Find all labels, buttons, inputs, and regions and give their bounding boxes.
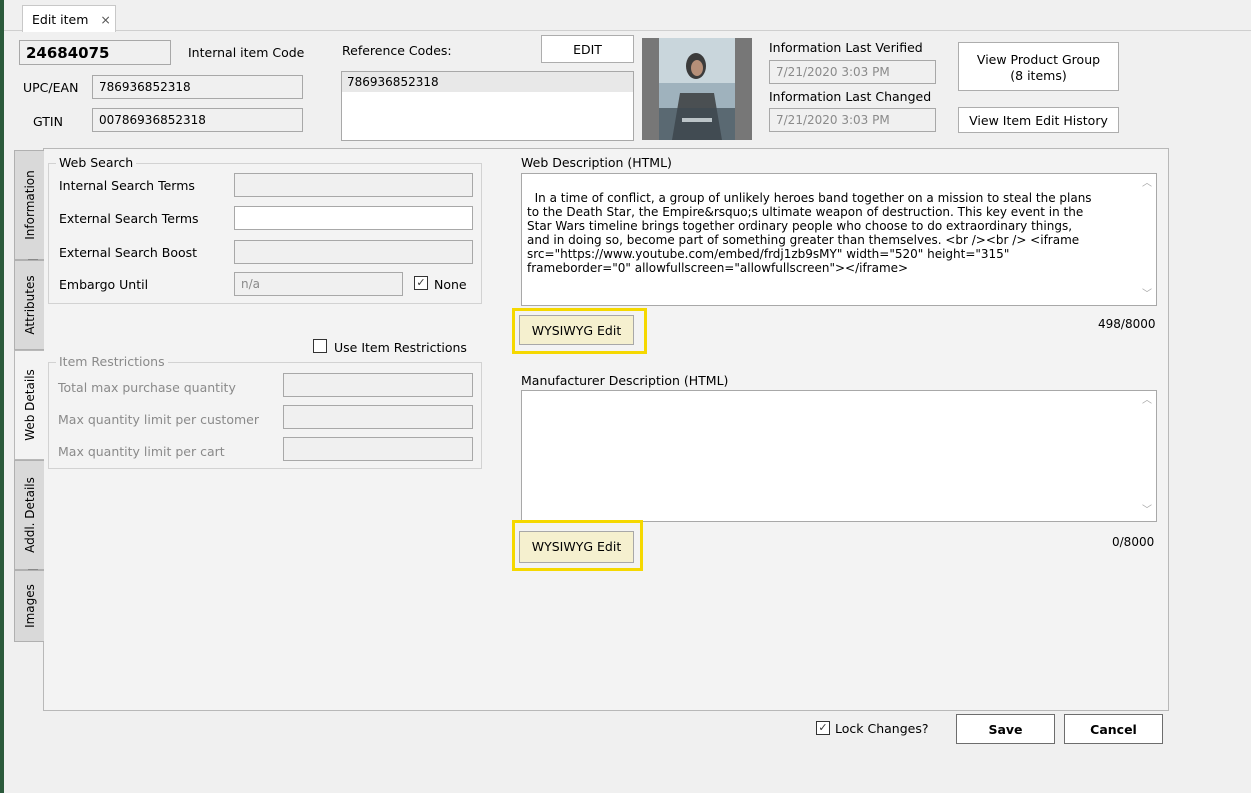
manufacturer-description-textarea[interactable]: ︿ ﹀ — [521, 390, 1157, 522]
tab-information[interactable]: Information — [14, 150, 44, 260]
web-search-title: Web Search — [56, 155, 137, 170]
view-product-group-count: (8 items) — [1010, 68, 1067, 83]
view-product-group-label: View Product Group — [976, 52, 1101, 67]
manufacturer-description-label: Manufacturer Description (HTML) — [521, 373, 729, 388]
total-max-purchase-input — [283, 373, 473, 397]
manufacturer-description-count: 0/8000 — [1112, 535, 1155, 549]
embargo-until-input[interactable]: n/a — [234, 272, 403, 296]
tab-attributes[interactable]: Attributes — [14, 260, 44, 350]
view-product-group-button[interactable]: View Product Group (8 items) — [958, 42, 1119, 91]
gtin-label: GTIN — [33, 114, 63, 129]
item-code-field[interactable]: 24684075 — [19, 40, 171, 65]
document-tab-strip — [4, 0, 1251, 31]
external-search-boost-input[interactable] — [234, 240, 473, 264]
tab-images[interactable]: Images — [14, 570, 44, 642]
use-item-restrictions-checkbox[interactable] — [313, 339, 327, 353]
info-verified-field: 7/21/2020 3:03 PM — [769, 60, 936, 84]
total-max-purchase-label: Total max purchase quantity — [58, 380, 236, 395]
info-changed-label: Information Last Changed — [769, 89, 932, 104]
external-search-terms-label: External Search Terms — [59, 211, 199, 226]
save-button[interactable]: Save — [956, 714, 1055, 744]
web-description-text: In a time of conflict, a group of unlike… — [527, 191, 1092, 275]
manufacturer-description-scrollbar[interactable]: ︿ ﹀ — [1138, 391, 1156, 521]
cancel-button[interactable]: Cancel — [1064, 714, 1163, 744]
tab-title: Edit item — [32, 12, 89, 27]
item-restrictions-title: Item Restrictions — [56, 354, 168, 369]
web-description-textarea[interactable]: In a time of conflict, a group of unlike… — [521, 173, 1157, 306]
lock-changes-label: Lock Changes? — [835, 721, 929, 736]
tab-information-label: Information — [22, 170, 37, 240]
internal-search-terms-label: Internal Search Terms — [59, 178, 195, 193]
scroll-down-icon[interactable]: ﹀ — [1138, 288, 1156, 302]
max-per-cart-input — [283, 437, 473, 461]
reference-codes-list[interactable]: 786936852318 — [341, 71, 634, 141]
window-edge — [0, 0, 4, 793]
scroll-up-icon[interactable]: ︿ — [1138, 394, 1156, 408]
item-image-frame — [642, 38, 752, 140]
scroll-up-icon[interactable]: ︿ — [1138, 177, 1156, 191]
gtin-field[interactable]: 00786936852318 — [92, 108, 303, 132]
lock-changes-checkbox[interactable]: ✓ — [816, 721, 830, 735]
tab-edit-item[interactable]: Edit item × — [22, 5, 116, 32]
view-item-edit-history-button[interactable]: View Item Edit History — [958, 107, 1119, 133]
tab-web-details[interactable]: Web Details — [14, 350, 44, 460]
none-checkbox-label: None — [434, 277, 467, 292]
upc-field[interactable]: 786936852318 — [92, 75, 303, 99]
web-description-wysiwyg-button[interactable]: WYSIWYG Edit — [519, 315, 634, 345]
max-per-cart-label: Max quantity limit per cart — [58, 444, 225, 459]
edit-reference-codes-button[interactable]: EDIT — [541, 35, 634, 63]
tab-addl-details-label: Addl. Details — [22, 477, 37, 553]
item-poster-image[interactable] — [642, 38, 752, 140]
info-verified-label: Information Last Verified — [769, 40, 923, 55]
web-description-count: 498/8000 — [1098, 317, 1156, 331]
use-item-restrictions-label: Use Item Restrictions — [334, 340, 467, 355]
web-description-scrollbar[interactable]: ︿ ﹀ — [1138, 174, 1156, 305]
tab-web-details-label: Web Details — [22, 369, 37, 441]
tab-images-label: Images — [22, 584, 37, 628]
manufacturer-description-wysiwyg-button[interactable]: WYSIWYG Edit — [519, 531, 634, 563]
close-icon[interactable]: × — [100, 12, 110, 27]
max-per-customer-label: Max quantity limit per customer — [58, 412, 259, 427]
tab-attributes-label: Attributes — [22, 275, 37, 335]
list-item[interactable]: 786936852318 — [342, 72, 633, 92]
internal-search-terms-input[interactable] — [234, 173, 473, 197]
external-search-boost-label: External Search Boost — [59, 245, 198, 260]
upc-label: UPC/EAN — [23, 80, 79, 95]
tab-addl-details[interactable]: Addl. Details — [14, 460, 44, 570]
internal-item-code-label: Internal item Code — [188, 45, 305, 60]
reference-codes-label: Reference Codes: — [342, 43, 452, 58]
none-checkbox[interactable]: ✓ — [414, 276, 428, 290]
web-description-label: Web Description (HTML) — [521, 155, 672, 170]
max-per-customer-input — [283, 405, 473, 429]
embargo-until-label: Embargo Until — [59, 277, 149, 292]
scroll-down-icon[interactable]: ﹀ — [1138, 504, 1156, 518]
info-changed-field: 7/21/2020 3:03 PM — [769, 108, 936, 132]
external-search-terms-input[interactable] — [234, 206, 473, 230]
